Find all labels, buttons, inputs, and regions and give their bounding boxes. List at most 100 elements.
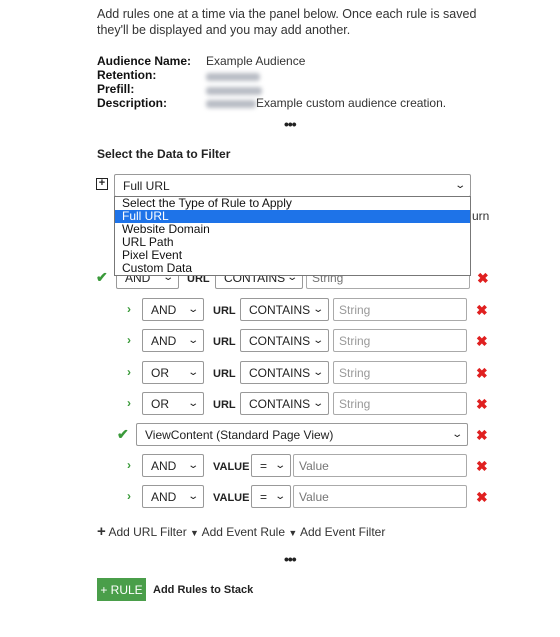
operator-select[interactable]: = ⌄ bbox=[251, 485, 291, 508]
logic-value: AND bbox=[151, 333, 177, 348]
event-select[interactable]: ViewContent (Standard Page View) ⌄ bbox=[136, 423, 468, 446]
add-event-filter-link[interactable]: Add Event Filter bbox=[300, 525, 385, 539]
prefill-label: Prefill: bbox=[97, 82, 135, 96]
field-label: VALUE bbox=[213, 461, 250, 473]
retention-value-redacted bbox=[206, 69, 260, 83]
logic-select[interactable]: OR ⌄ bbox=[142, 392, 204, 415]
chevron-right-icon: › bbox=[127, 302, 131, 316]
event-selected: ViewContent (Standard Page View) bbox=[145, 427, 334, 442]
rule-type-select[interactable]: Full URL ⌄ bbox=[114, 174, 471, 197]
operator-select[interactable]: CONTAINS ⌄ bbox=[240, 361, 329, 384]
operator-value: = bbox=[260, 458, 268, 473]
remove-icon[interactable]: ✖ bbox=[476, 302, 488, 319]
field-label: URL bbox=[213, 336, 236, 348]
string-input[interactable]: String bbox=[333, 298, 467, 321]
string-input[interactable]: String bbox=[333, 329, 467, 352]
prefill-value-redacted bbox=[206, 83, 262, 97]
logic-select[interactable]: AND ⌄ bbox=[142, 298, 204, 321]
add-event-rule-link[interactable]: Add Event Rule bbox=[202, 525, 285, 539]
logic-select[interactable]: AND ⌄ bbox=[142, 329, 204, 352]
string-placeholder: String bbox=[339, 333, 371, 348]
remove-icon[interactable]: ✖ bbox=[476, 365, 488, 382]
operator-select[interactable]: CONTAINS ⌄ bbox=[240, 392, 329, 415]
add-rule-button[interactable]: + RULE bbox=[97, 578, 146, 601]
logic-value: AND bbox=[151, 302, 177, 317]
chevron-right-icon: › bbox=[127, 396, 131, 410]
string-placeholder: String bbox=[339, 302, 371, 317]
operator-value: CONTAINS bbox=[249, 365, 311, 380]
operator-value: = bbox=[260, 489, 268, 504]
remove-icon[interactable]: ✖ bbox=[476, 333, 488, 350]
rule-type-dropdown[interactable]: Select the Type of Rule to Apply Full UR… bbox=[114, 196, 471, 276]
caret-down-icon: ▼ bbox=[288, 528, 298, 538]
operator-select[interactable]: CONTAINS ⌄ bbox=[240, 329, 329, 352]
obscured-text-fragment: urn bbox=[472, 209, 490, 223]
field-label: URL bbox=[213, 368, 236, 380]
chevron-right-icon: › bbox=[127, 458, 131, 472]
separator: ••• bbox=[284, 116, 297, 132]
rule-type-selected: Full URL bbox=[123, 178, 170, 193]
string-placeholder: String bbox=[339, 365, 371, 380]
chevron-down-icon: ⌄ bbox=[311, 335, 324, 346]
check-icon: ✔ bbox=[96, 269, 108, 285]
check-icon: ✔ bbox=[117, 426, 129, 442]
remove-icon[interactable]: ✖ bbox=[477, 270, 489, 287]
field-label: URL bbox=[213, 399, 236, 411]
string-input[interactable]: String bbox=[333, 392, 467, 415]
operator-value: CONTAINS bbox=[249, 396, 311, 411]
chevron-down-icon: ⌄ bbox=[186, 398, 199, 409]
logic-select[interactable]: AND ⌄ bbox=[142, 485, 204, 508]
audience-name-value: Example Audience bbox=[206, 54, 306, 68]
logic-value: AND bbox=[151, 489, 177, 504]
chevron-down-icon: ⌄ bbox=[311, 304, 324, 315]
string-placeholder: String bbox=[339, 396, 371, 411]
plus-icon: + bbox=[97, 523, 106, 540]
logic-select[interactable]: AND ⌄ bbox=[142, 454, 204, 477]
action-links: + Add URL Filter ▼ Add Event Rule ▼ Add … bbox=[97, 523, 385, 540]
value-input[interactable] bbox=[293, 485, 467, 508]
chevron-down-icon: ⌄ bbox=[450, 429, 463, 440]
add-url-filter-link[interactable]: Add URL Filter bbox=[108, 525, 186, 539]
chevron-down-icon: ⌄ bbox=[186, 304, 199, 315]
retention-label: Retention: bbox=[97, 68, 157, 82]
caret-down-icon: ▼ bbox=[190, 528, 199, 538]
operator-select[interactable]: = ⌄ bbox=[251, 454, 291, 477]
description-text: Example custom audience creation. bbox=[256, 96, 447, 110]
logic-value: OR bbox=[151, 396, 169, 411]
operator-value: CONTAINS bbox=[249, 302, 311, 317]
string-input[interactable]: String bbox=[333, 361, 467, 384]
description-value: Example custom audience creation. bbox=[206, 96, 446, 110]
chevron-down-icon: ⌄ bbox=[186, 460, 199, 471]
add-rule-label: Add Rules to Stack bbox=[153, 584, 254, 596]
chevron-right-icon: › bbox=[127, 365, 131, 379]
separator: ••• bbox=[284, 551, 297, 567]
value-input[interactable] bbox=[293, 454, 467, 477]
expand-plus-icon[interactable]: + bbox=[96, 178, 108, 190]
chevron-right-icon: › bbox=[127, 333, 131, 347]
intro-text: Add rules one at a time via the panel be… bbox=[97, 7, 477, 37]
chevron-right-icon: › bbox=[127, 489, 131, 503]
logic-value: OR bbox=[151, 365, 169, 380]
remove-icon[interactable]: ✖ bbox=[476, 427, 488, 444]
chevron-down-icon: ⌄ bbox=[311, 398, 324, 409]
chevron-down-icon: ⌄ bbox=[186, 335, 199, 346]
operator-select[interactable]: CONTAINS ⌄ bbox=[240, 298, 329, 321]
chevron-down-icon: ⌄ bbox=[273, 460, 286, 471]
remove-icon[interactable]: ✖ bbox=[476, 396, 488, 413]
description-label: Description: bbox=[97, 96, 168, 110]
chevron-down-icon: ⌄ bbox=[453, 180, 466, 191]
chevron-down-icon: ⌄ bbox=[311, 367, 324, 378]
logic-value: AND bbox=[151, 458, 177, 473]
chevron-down-icon: ⌄ bbox=[273, 491, 286, 502]
section-title: Select the Data to Filter bbox=[97, 147, 231, 161]
logic-select[interactable]: OR ⌄ bbox=[142, 361, 204, 384]
chevron-down-icon: ⌄ bbox=[186, 491, 199, 502]
chevron-down-icon: ⌄ bbox=[186, 367, 199, 378]
audience-name-label: Audience Name: bbox=[97, 54, 192, 68]
operator-value: CONTAINS bbox=[249, 333, 311, 348]
field-label: URL bbox=[213, 305, 236, 317]
remove-icon[interactable]: ✖ bbox=[476, 489, 488, 506]
field-label: VALUE bbox=[213, 492, 250, 504]
option-custom-data[interactable]: Custom Data bbox=[115, 262, 470, 275]
remove-icon[interactable]: ✖ bbox=[476, 458, 488, 475]
